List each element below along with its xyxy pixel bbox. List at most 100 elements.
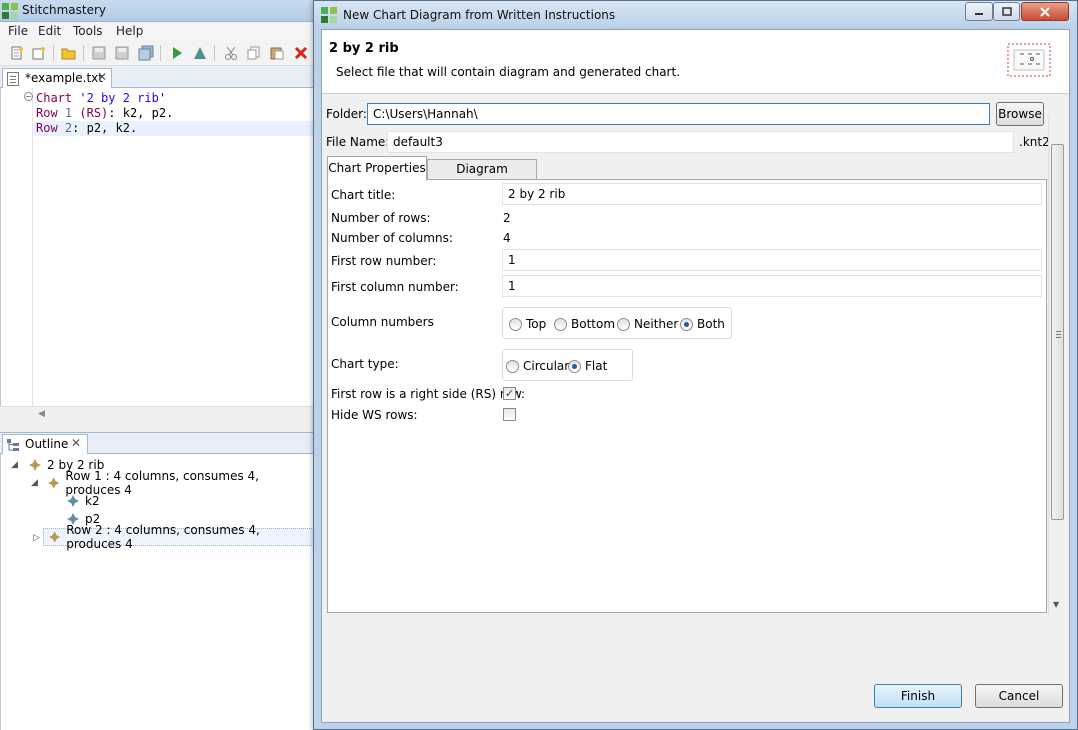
open-folder-icon[interactable]: [60, 44, 78, 62]
chart-properties-panel: Chart title: Number of rows: 2 Number of…: [327, 179, 1047, 613]
close-window-button[interactable]: [1021, 2, 1069, 21]
row-node-icon: [49, 531, 61, 543]
first-column-number-label: First column number:: [331, 280, 459, 294]
finish-button[interactable]: Finish: [874, 684, 962, 708]
chart-type-label: Chart type:: [331, 357, 399, 371]
first-row-number-input[interactable]: [502, 249, 1042, 271]
delete-icon[interactable]: [292, 44, 310, 62]
fold-collapse-icon[interactable]: −: [24, 92, 33, 101]
stitchmastery-app-icon: [2, 3, 18, 19]
outline-tree: ◢ 2 by 2 rib ◢ Row 1 : 4 columns, consum…: [0, 454, 316, 730]
outline-tabbar: Outline ✕: [0, 432, 316, 454]
file-name-label: File Name:: [326, 135, 390, 149]
new-chart-dialog: New Chart Diagram from Written Instructi…: [313, 0, 1078, 730]
copy-icon[interactable]: [245, 44, 263, 62]
rs-row-checkbox[interactable]: ✓: [503, 387, 516, 400]
column-numbers-neither-radio[interactable]: Neither: [617, 317, 678, 331]
main-titlebar[interactable]: Stitchmastery: [0, 0, 316, 22]
new-chart-icon[interactable]: [30, 44, 48, 62]
file-extension: .knt2: [1019, 135, 1050, 149]
column-numbers-both-radio[interactable]: Both: [680, 317, 725, 331]
tree-item-label: k2: [85, 494, 100, 508]
text-editor[interactable]: − Chart '2 by 2 rib' Row 1 (RS): k2, p2.…: [0, 88, 317, 406]
save-all-icon[interactable]: [137, 44, 155, 62]
main-window-title: Stitchmastery: [22, 3, 106, 17]
scroll-down-icon[interactable]: ▼: [1053, 600, 1059, 609]
radio-icon: [506, 359, 519, 373]
chart-type-circular-radio[interactable]: Circular: [506, 359, 569, 373]
wizard-message: Select file that will contain diagram an…: [336, 65, 681, 79]
dialog-body: 2 by 2 rib Select file that will contain…: [321, 29, 1070, 723]
collapsed-arrow-icon[interactable]: ▷: [33, 533, 40, 543]
editor-gutter: [1, 88, 33, 406]
editor-horizontal-scrollbar[interactable]: ◀: [0, 406, 316, 422]
stitchmastery-app-icon: [321, 7, 337, 23]
expanded-arrow-icon[interactable]: ◢: [11, 460, 18, 470]
column-numbers-bottom-radio[interactable]: Bottom: [554, 317, 615, 331]
wizard-title: 2 by 2 rib: [329, 41, 399, 56]
main-window: Stitchmastery File Edit Tools Help *exam…: [0, 0, 317, 730]
close-icon: [1040, 6, 1050, 17]
first-column-number-input[interactable]: [502, 275, 1042, 297]
scrollbar-thumb[interactable]: [1051, 144, 1064, 520]
hide-ws-rows-label: Hide WS rows:: [331, 408, 418, 422]
cut-icon[interactable]: [222, 44, 240, 62]
paste-icon[interactable]: [268, 44, 286, 62]
stitch-node-icon: [67, 495, 79, 507]
main-toolbar: [0, 40, 316, 66]
radio-selected-icon: [680, 317, 693, 331]
number-of-rows-value: 2: [503, 211, 511, 225]
column-numbers-group: Top Bottom Neither Both: [502, 307, 732, 339]
folder-input[interactable]: [367, 103, 990, 125]
wizard-header: 2 by 2 rib Select file that will contain…: [322, 30, 1069, 94]
radio-icon: [509, 317, 522, 331]
row-node-icon: [48, 477, 60, 489]
tree-item-label: Row 2 : 4 columns, consumes 4, produces …: [66, 523, 260, 551]
menu-edit[interactable]: Edit: [38, 24, 61, 38]
menu-file[interactable]: File: [8, 24, 28, 38]
editor-tabbar: *example.txt ✕: [0, 66, 316, 88]
dialog-titlebar[interactable]: New Chart Diagram from Written Instructi…: [314, 1, 1077, 29]
menu-tools[interactable]: Tools: [73, 24, 103, 38]
column-numbers-top-radio[interactable]: Top: [509, 317, 546, 331]
minimize-button[interactable]: [965, 2, 993, 21]
radio-selected-icon: [568, 359, 581, 373]
hide-ws-rows-checkbox[interactable]: [503, 408, 516, 421]
editor-tab-example[interactable]: *example.txt ✕: [2, 68, 112, 88]
file-name-input[interactable]: [387, 131, 1014, 153]
browse-button[interactable]: Browse: [996, 102, 1044, 126]
new-file-icon[interactable]: [8, 44, 26, 62]
number-of-columns-value: 4: [503, 231, 511, 245]
outline-tab[interactable]: Outline ✕: [2, 434, 88, 454]
menubar: File Edit Tools Help: [0, 22, 316, 40]
tree-item-stitch-k2[interactable]: k2: [67, 492, 100, 510]
run-icon[interactable]: [168, 44, 186, 62]
chart-type-flat-radio[interactable]: Flat: [568, 359, 607, 373]
chart-title-input[interactable]: [502, 183, 1042, 205]
generate-icon[interactable]: [191, 44, 209, 62]
close-icon[interactable]: ✕: [97, 70, 107, 84]
first-row-number-label: First row number:: [331, 254, 437, 268]
cancel-button[interactable]: Cancel: [975, 684, 1063, 708]
tree-item-row-2[interactable]: Row 2 : 4 columns, consumes 4, produces …: [43, 523, 316, 551]
rs-row-label: First row is a right side (RS) row:: [331, 387, 526, 401]
outline-icon: [7, 439, 19, 451]
tree-item-label: Row 1 : 4 columns, consumes 4, produces …: [65, 469, 259, 497]
save-as-icon[interactable]: [113, 44, 131, 62]
tab-chart-properties[interactable]: Chart Properties: [327, 156, 427, 181]
expanded-arrow-icon[interactable]: ◢: [31, 478, 38, 488]
scroll-left-icon[interactable]: ◀: [38, 409, 45, 419]
close-icon[interactable]: ✕: [71, 436, 81, 450]
code-line-3: Row 2: p2, k2.: [34, 121, 317, 136]
radio-icon: [617, 317, 630, 331]
save-icon[interactable]: [90, 44, 108, 62]
tab-diagram-properties[interactable]: Diagram Properties: [427, 159, 537, 195]
chart-type-group: Circular Flat: [502, 349, 633, 381]
folder-label: Folder:: [326, 107, 367, 121]
tree-item-row-1[interactable]: ◢ Row 1 : 4 columns, consumes 4, produce…: [31, 469, 316, 497]
maximize-button[interactable]: [993, 2, 1020, 21]
column-numbers-label: Column numbers: [331, 315, 434, 329]
number-of-rows-label: Number of rows:: [331, 211, 431, 225]
properties-vertical-scrollbar[interactable]: ▼: [1048, 118, 1065, 614]
menu-help[interactable]: Help: [116, 24, 143, 38]
